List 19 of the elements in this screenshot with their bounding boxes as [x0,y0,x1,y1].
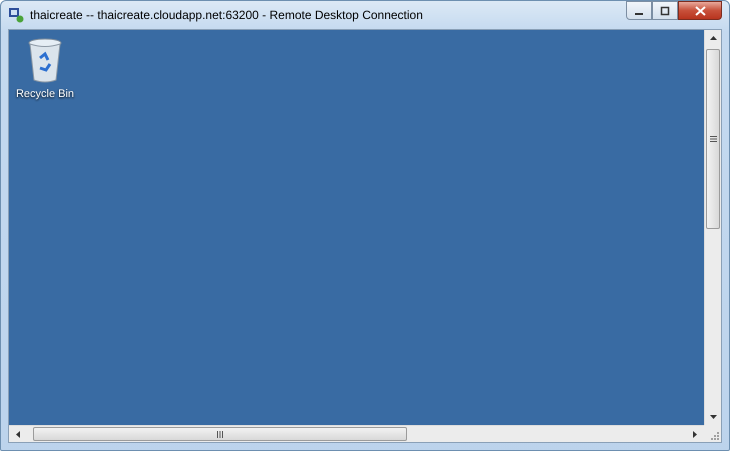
scroll-thumb[interactable] [706,49,720,229]
minimize-button[interactable] [626,1,652,20]
monitor-icon [8,7,24,23]
scroll-right-icon[interactable] [690,430,699,438]
scroll-left-icon[interactable] [14,430,23,438]
vertical-scrollbar[interactable] [704,30,721,425]
close-button[interactable] [678,1,722,20]
horizontal-scrollbar[interactable] [9,425,704,442]
recycle-bin-icon[interactable] [26,38,64,84]
close-icon [694,6,706,16]
window-title: thaicreate -- thaicreate.cloudapp.net:63200 - Remote Desktop Connection [30,8,424,22]
desktop-icon-label[interactable]: Recycle Bin [16,88,74,100]
maximize-button[interactable] [652,1,678,20]
scroll-thumb[interactable] [33,427,407,441]
maximize-icon [660,6,670,16]
minimize-icon [635,12,643,14]
scroll-up-icon[interactable] [708,34,718,43]
resize-grip-icon[interactable] [709,430,719,440]
scroll-down-icon[interactable] [708,412,718,421]
